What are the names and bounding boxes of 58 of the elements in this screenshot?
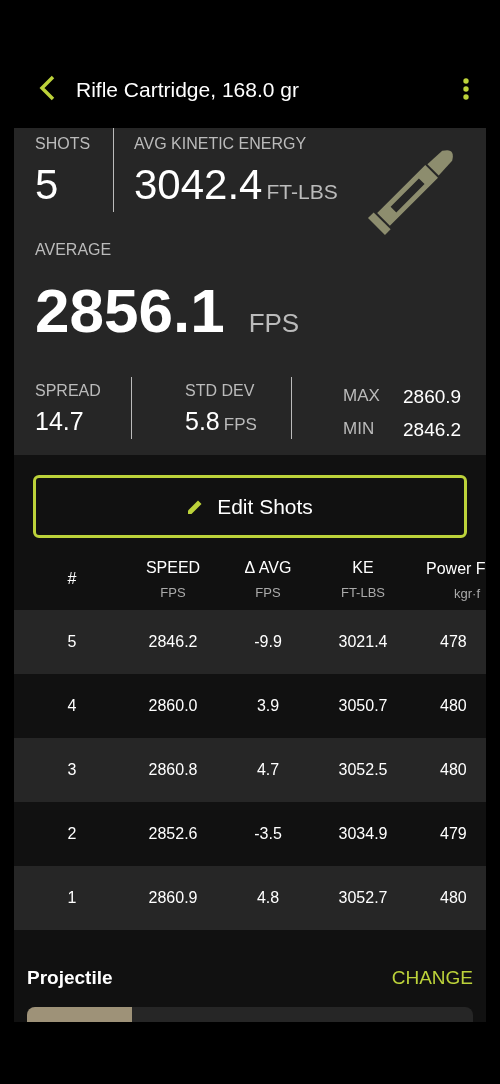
- column-unit: kgr·f: [453, 585, 481, 602]
- column-unit: FPS: [159, 584, 187, 601]
- min-value: 2846.2: [403, 417, 462, 442]
- more-options-icon[interactable]: [462, 78, 470, 100]
- table-cell: 4.8: [256, 889, 280, 906]
- table-cell: 3.9: [256, 697, 280, 714]
- column-header: SPEED: [144, 557, 202, 577]
- spread-label: SPREAD: [35, 381, 102, 401]
- table-cell: 3052.5: [338, 761, 388, 778]
- std-dev-unit: FPS: [223, 414, 257, 436]
- average-unit: FPS: [248, 307, 300, 340]
- table-cell: 1: [67, 889, 77, 906]
- section-title: Projectile: [27, 966, 113, 990]
- back-icon[interactable]: [38, 75, 56, 101]
- column-header: Power F: [426, 558, 486, 578]
- table-cell: -3.5: [254, 825, 282, 842]
- table-cell: 478: [440, 633, 467, 650]
- shots-label: SHOTS: [35, 134, 92, 154]
- column-header: #: [66, 569, 78, 589]
- energy-unit: FT-LBS: [266, 179, 338, 205]
- max-value: 2860.9: [403, 385, 462, 409]
- table-cell: 2860.0: [148, 697, 198, 714]
- table-cell: 480: [440, 761, 467, 778]
- table-cell: 2: [67, 825, 77, 842]
- column-unit: FPS: [254, 584, 282, 601]
- table-cell: 3052.7: [338, 889, 388, 906]
- energy-label: AVG KINETIC ENERGY: [134, 134, 308, 154]
- min-label: MIN: [343, 417, 376, 440]
- table-cell: 3021.4: [338, 633, 388, 650]
- column-unit: FT-LBS: [339, 584, 387, 601]
- table-cell: 4: [67, 697, 77, 714]
- table-cell: -9.9: [254, 633, 282, 650]
- edit-shots-button[interactable]: Edit Shots: [33, 475, 467, 538]
- table-cell: 480: [440, 697, 467, 714]
- table-cell: 4.7: [256, 761, 280, 778]
- spread-value: 14.7: [35, 406, 85, 437]
- change-link[interactable]: CHANGE: [391, 964, 473, 993]
- table-cell: 480: [440, 889, 467, 906]
- max-label: MAX: [343, 385, 381, 407]
- table-cell: 2860.9: [148, 889, 198, 906]
- table-cell: 3: [67, 761, 77, 778]
- table-cell: 479: [440, 825, 467, 842]
- table-cell: 2846.2: [148, 633, 198, 650]
- table-cell: 3034.9: [338, 825, 388, 842]
- table-cell: 2852.6: [148, 825, 198, 842]
- average-label: AVERAGE: [35, 240, 113, 260]
- column-header: Δ AVG: [243, 557, 293, 577]
- energy-value: 3042.4: [134, 164, 263, 206]
- std-dev-label: STD DEV: [185, 381, 256, 401]
- column-header: KE: [351, 557, 375, 577]
- screen-title: Rifle Cartridge, 168.0 gr: [76, 77, 300, 103]
- average-value: 2856.1: [35, 275, 225, 347]
- table-cell: 3050.7: [338, 697, 388, 714]
- table-cell: 5: [67, 633, 77, 650]
- pencil-icon: [187, 498, 204, 515]
- shots-value: 5: [35, 164, 60, 206]
- table-cell: 2860.8: [148, 761, 198, 778]
- std-dev-value: 5.8: [185, 406, 220, 437]
